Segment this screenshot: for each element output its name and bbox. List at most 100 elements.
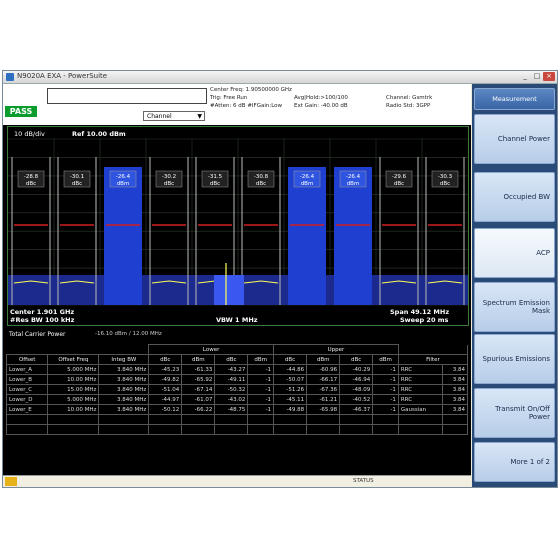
table-cell: -40.29 (339, 364, 374, 375)
table-row: Lower_E 10.00 MHz 3.840 MHz -50.12 -66.22 -48… (5, 404, 469, 415)
subheader-cell: dBc (148, 354, 183, 365)
settings-bar: PASS Channel ▼ Center Freq: 1.90500000 G… (3, 84, 471, 125)
ext-gain-setting: Ext Gain: -40.00 dB (294, 103, 348, 109)
results-body: Lower_A 5.000 MHz 3.840 MHz -45.23 -61.33 -43… (5, 364, 469, 435)
table-row: Lower_C 15.00 MHz 3.840 MHz -51.04 -67.14 -50… (5, 384, 469, 395)
softkey-transmit-on-off-power[interactable]: Transmit On/Off Power (474, 388, 555, 438)
table-cell: -66.22 (181, 404, 216, 415)
title-bar: N9020A EXA - PowerSuite _ □ × (3, 71, 557, 84)
active-channel-bar (334, 167, 372, 305)
chevron-down-icon: ▼ (197, 113, 202, 120)
col-filter: Filter (397, 354, 469, 365)
table-cell: -43.02 (214, 394, 249, 405)
pass-badge: PASS (5, 106, 37, 117)
spectrum-graph: -28.8dBc-30.1dBc-26.4dBm-30.2dBc-31.5dBc… (8, 138, 468, 306)
header-row: Lower Upper (6, 344, 469, 355)
table-cell: 15.00 MHz (47, 384, 100, 395)
subheader-cell: dBm (372, 354, 399, 365)
maximize-button[interactable]: □ (531, 72, 543, 81)
table-cell: -45.23 (148, 364, 183, 375)
channel-setting: Channel: Gsmtrk (386, 95, 433, 101)
softkey-channel-power[interactable]: Channel Power (474, 114, 555, 164)
table-cell: -48.09 (339, 384, 374, 395)
table-cell: RRC (397, 364, 443, 375)
table-cell: -50.07 (273, 374, 308, 385)
softkey-more-1-of-2[interactable]: More 1 of 2 (474, 442, 555, 482)
mode-dropdown-label: Channel (147, 113, 172, 120)
col-integ-bw: Integ BW (98, 354, 150, 365)
table-row: Lower_B 10.00 MHz 3.840 MHz -49.82 -65.92 -49… (5, 374, 469, 385)
subheader-cell: dBm (247, 354, 275, 365)
softkey-occupied-bw[interactable]: Occupied BW (474, 172, 555, 222)
table-cell: Lower_C (5, 384, 49, 395)
empty-table-row (5, 424, 469, 435)
res-bw-label: #Res BW 100 kHz (10, 316, 75, 324)
empty-table-row (5, 414, 469, 425)
table-cell: 3.84 (441, 364, 469, 375)
softkey-spectrum-emission-mask[interactable]: Spectrum Emission Mask (474, 282, 555, 332)
carrier-value: -26.4 (116, 174, 131, 180)
subheader-cell: dBm (181, 354, 216, 365)
carrier-value: -30.1 (70, 174, 84, 180)
softkey-label: Spurious Emissions (482, 355, 550, 363)
subheader-cell: dBc (273, 354, 308, 365)
center-freq-setting: Center Freq: 1.90500000 GHz (210, 87, 292, 93)
center-freq-label: Center 1.901 GHz (10, 308, 75, 316)
table-cell: -44.97 (148, 394, 183, 405)
table-cell: -46.94 (339, 374, 374, 385)
carrier-unit: dBc (72, 181, 82, 187)
command-input[interactable] (47, 88, 207, 104)
table-cell: -1 (372, 374, 399, 385)
carrier-unit: dBm (301, 181, 314, 187)
table-cell: -60.96 (306, 364, 341, 375)
carrier-value: -30.3 (438, 174, 453, 180)
mode-dropdown[interactable]: Channel ▼ (143, 111, 205, 121)
status-message: STATUS (353, 478, 374, 484)
table-cell: -40.52 (339, 394, 374, 405)
table-cell: RRC (397, 374, 443, 385)
carrier-unit: dBm (347, 181, 360, 187)
carrier-value: -31.5 (208, 174, 223, 180)
minimize-button[interactable]: _ (519, 72, 531, 81)
table-cell: -43.27 (214, 364, 249, 375)
subheader-cell: dBc (214, 354, 249, 365)
table-cell: -61.07 (181, 394, 216, 405)
subheader-row: Offset Offset Freq Integ BW dBc dBm dBc … (5, 354, 469, 365)
table-cell: -1 (372, 394, 399, 405)
carrier-value: -30.8 (254, 174, 269, 180)
softkey-label: Spectrum Emission Mask (482, 299, 550, 315)
carrier-value: -28.8 (24, 174, 39, 180)
softkey-label: Occupied BW (503, 193, 550, 201)
table-cell: Lower_B (5, 374, 49, 385)
carrier-unit: dBc (164, 181, 174, 187)
softkey-label: Channel Power (497, 135, 550, 143)
settings-panel: Center Freq: 1.90500000 GHz Trig: Free R… (210, 86, 468, 123)
app-icon (6, 73, 14, 81)
table-cell: RRC (397, 394, 443, 405)
table-cell: -51.26 (273, 384, 308, 395)
softkey-acp[interactable]: ACP (474, 228, 555, 278)
lower-group-header: Lower (148, 344, 275, 355)
subheader-cell: dBm (306, 354, 341, 365)
softkey-spurious-emissions[interactable]: Spurious Emissions (474, 334, 555, 384)
table-cell: Lower_D (5, 394, 49, 405)
table-cell: 3.840 MHz (98, 394, 150, 405)
table-cell: -65.98 (306, 404, 341, 415)
table-cell: -61.33 (181, 364, 216, 375)
table-cell: 3.840 MHz (98, 404, 150, 415)
analyzer-window: N9020A EXA - PowerSuite _ □ × PASS Chann… (2, 70, 558, 488)
softkey-label: ACP (536, 249, 550, 257)
spectrum-plot[interactable]: -28.8 dBc -30.1 dBc -26.4 dBm -30.2 dBc -31.5 dBc… (7, 126, 469, 326)
carrier-unit: dBc (394, 181, 404, 187)
carrier-value: -26.4 (300, 174, 315, 180)
table-cell: Lower_A (5, 364, 49, 375)
table-cell: -45.11 (273, 394, 308, 405)
table-cell: -49.11 (214, 374, 249, 385)
softkey-panel: Measurement Channel Power Occupied BW ACP S… (472, 84, 557, 487)
table-cell: -1 (247, 394, 275, 405)
close-button[interactable]: × (543, 72, 555, 81)
table-cell: -61.21 (306, 394, 341, 405)
carrier-value: -29.6 (392, 174, 407, 180)
table-cell: 3.84 (441, 404, 469, 415)
warning-icon[interactable] (5, 477, 17, 486)
